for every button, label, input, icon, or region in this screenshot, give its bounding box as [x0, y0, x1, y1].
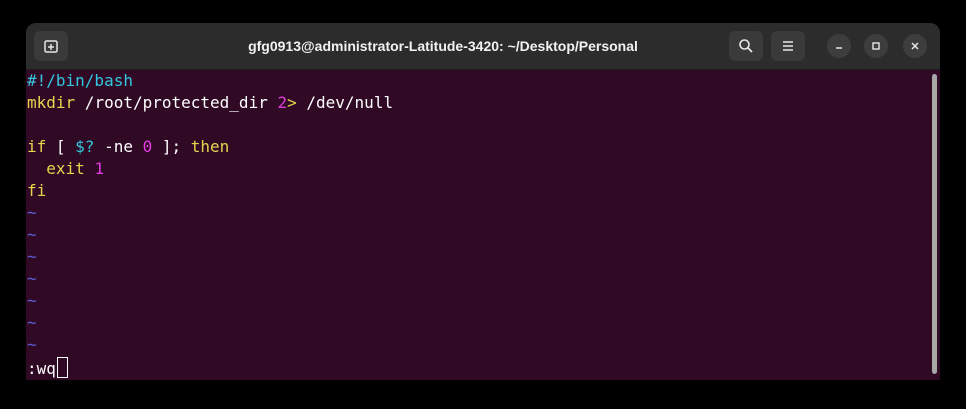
bracket-close: ]; [152, 137, 191, 156]
fd-number: 2 [277, 93, 288, 112]
code-line-5: exit 1 [27, 158, 104, 180]
code-line-2: mkdir /root/protected_dir 2> /dev/null [27, 92, 393, 114]
shebang: #!/bin/bash [27, 71, 133, 90]
search-icon [739, 39, 753, 53]
close-button[interactable] [903, 34, 927, 58]
exit-code: 1 [94, 159, 105, 178]
menu-button[interactable] [771, 31, 805, 61]
code-line-1: #!/bin/bash [27, 70, 133, 92]
zero-number: 0 [142, 137, 153, 156]
maximize-button[interactable] [864, 34, 888, 58]
exit-keyword: exit [46, 159, 85, 178]
empty-line-tilde: ~ [27, 291, 37, 310]
new-tab-icon [44, 40, 58, 53]
minimize-icon [836, 47, 842, 49]
terminal-window: gfg0913@administrator-Latitude-3420: ~/D… [26, 23, 940, 380]
then-keyword: then [190, 137, 230, 156]
redirect-target: /dev/null [296, 93, 394, 112]
minimize-button[interactable] [827, 34, 851, 58]
empty-line-tilde: ~ [27, 335, 37, 354]
maximize-icon [872, 42, 880, 50]
vim-editor[interactable]: #!/bin/bash mkdir /root/protected_dir 2>… [26, 70, 930, 380]
mkdir-argument: /root/protected_dir [75, 93, 278, 112]
title-bar: gfg0913@administrator-Latitude-3420: ~/D… [26, 23, 940, 70]
fi-keyword: fi [27, 181, 47, 200]
bracket-open: [ [46, 137, 76, 156]
empty-line-tilde: ~ [27, 269, 37, 288]
exit-space [85, 159, 95, 178]
redirect-operator: > [287, 93, 297, 112]
scrollbar[interactable] [932, 74, 937, 374]
text-cursor [56, 357, 68, 378]
new-tab-button[interactable] [34, 31, 68, 61]
empty-line-tilde: ~ [27, 247, 37, 266]
command-text: :wq [27, 359, 56, 378]
empty-line-tilde: ~ [27, 203, 37, 222]
code-line-6: fi [27, 180, 46, 202]
mkdir-command: mkdir [27, 93, 76, 112]
ne-operator: -ne [94, 137, 143, 156]
hamburger-menu-icon [783, 41, 793, 51]
window-title: gfg0913@administrator-Latitude-3420: ~/D… [248, 38, 638, 54]
close-icon [911, 42, 919, 50]
search-button[interactable] [729, 31, 763, 61]
empty-line-tilde: ~ [27, 313, 37, 332]
vim-command-line[interactable]: :wq [27, 357, 68, 379]
if-keyword: if [27, 137, 47, 156]
code-line-4: if [ $? -ne 0 ]; then [27, 136, 229, 158]
exit-status-var: $? [75, 137, 95, 156]
empty-line-tilde: ~ [27, 225, 37, 244]
